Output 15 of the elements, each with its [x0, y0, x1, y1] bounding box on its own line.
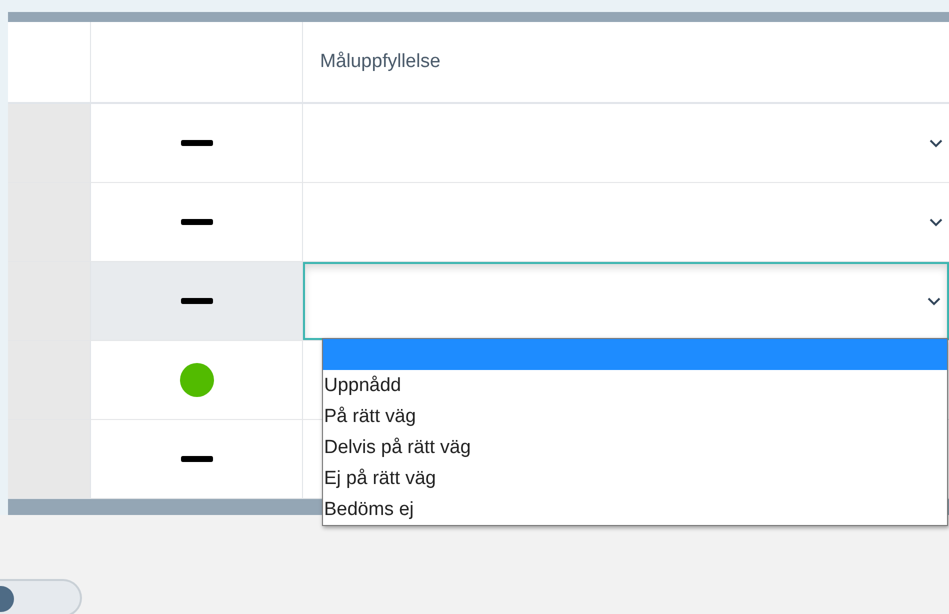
chevron-down-icon — [927, 296, 941, 306]
chevron-down-icon — [929, 218, 943, 226]
dropdown-option[interactable] — [323, 339, 947, 370]
dash-icon — [180, 140, 212, 146]
dropdown-option[interactable]: Bedöms ej — [323, 494, 947, 525]
toggle-switch[interactable] — [0, 579, 82, 614]
dropdown-option[interactable]: På rätt väg — [323, 401, 947, 432]
dash-icon — [180, 456, 212, 462]
column-header: Måluppfyllelse — [320, 51, 440, 73]
dropdown-option[interactable]: Delvis på rätt väg — [323, 432, 947, 463]
dash-icon — [180, 219, 212, 225]
dropdown-option[interactable]: Uppnådd — [323, 370, 947, 401]
chevron-down-icon — [929, 138, 943, 148]
dropdown-option[interactable]: Ej på rätt väg — [323, 463, 947, 494]
dash-icon — [180, 298, 212, 304]
